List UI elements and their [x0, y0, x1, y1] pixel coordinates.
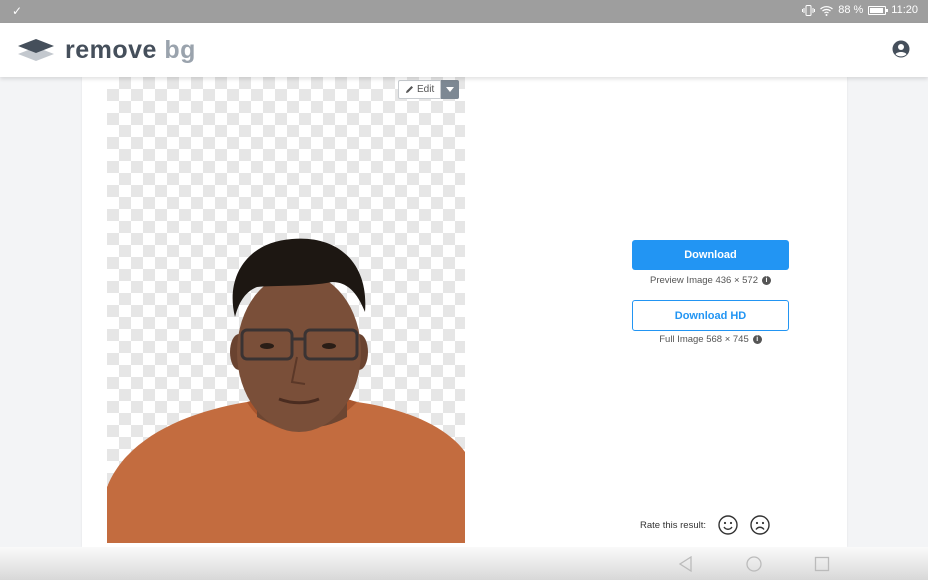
edit-button[interactable]: Edit [398, 80, 442, 99]
system-nav-bar [0, 547, 928, 580]
pencil-icon [406, 86, 413, 93]
status-icons: 88 % 11:20 [802, 4, 918, 16]
download-done-icon: ✓ [12, 4, 23, 18]
logo-wordmark: remove bg [65, 36, 196, 64]
battery-icon [868, 5, 889, 15]
remove-bg-logo[interactable]: remove bg [18, 36, 196, 65]
clock: 11:20 [891, 4, 918, 16]
download-hd-button[interactable]: Download HD [632, 300, 789, 331]
full-size-text: Full Image 568 × 745 [659, 334, 749, 345]
app-header: remove bg [0, 23, 928, 77]
vibrate-icon [802, 4, 816, 16]
chevron-down-icon [446, 87, 455, 92]
recents-icon[interactable] [814, 556, 830, 572]
status-bar: ✓ 88 % 11:20 [0, 0, 928, 23]
battery-percent: 88 % [838, 4, 864, 16]
full-image-info: Full Image 568 × 745 i [632, 334, 789, 345]
account-circle-icon[interactable] [892, 40, 910, 58]
logo-layers-icon [18, 38, 54, 61]
result-preview-image [107, 77, 465, 543]
preview-size-text: Preview Image 436 × 572 [650, 275, 758, 286]
back-icon[interactable] [678, 556, 694, 572]
wifi-icon [820, 5, 834, 16]
info-icon[interactable]: i [752, 335, 762, 344]
cutout-person-image [107, 238, 465, 543]
edit-dropdown-button[interactable] [441, 80, 460, 99]
info-icon[interactable]: i [762, 276, 771, 285]
home-icon[interactable] [746, 556, 762, 572]
rating-bar: Rate this result: [640, 515, 770, 535]
rating-prompt: Rate this result: [640, 519, 706, 531]
frown-icon[interactable] [750, 515, 770, 535]
edit-controls: Edit [398, 80, 460, 99]
edit-label: Edit [417, 84, 435, 95]
preview-image-info: Preview Image 436 × 572 i [632, 275, 789, 286]
download-button[interactable]: Download [632, 240, 789, 270]
smile-icon[interactable] [718, 515, 738, 535]
